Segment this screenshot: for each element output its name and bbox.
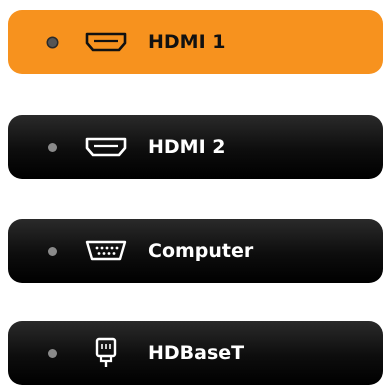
source-label: HDMI 1	[148, 31, 226, 53]
hdmi-port-icon	[80, 129, 132, 165]
source-label: HDBaseT	[148, 342, 245, 364]
ethernet-port-icon	[80, 335, 132, 371]
input-source-list: HDMI 1 HDMI 2 Computer HDBaseT	[0, 0, 390, 385]
source-label: Computer	[148, 240, 254, 262]
hdmi-port-icon	[80, 24, 132, 60]
source-label: HDMI 2	[148, 136, 226, 158]
selection-indicator-dot	[48, 143, 57, 152]
vga-port-icon	[80, 233, 132, 269]
selection-indicator-dot	[48, 247, 57, 256]
source-button-computer[interactable]: Computer	[8, 219, 383, 283]
selection-indicator-dot	[48, 38, 57, 47]
selection-indicator-dot	[48, 349, 57, 358]
source-button-hdmi-2[interactable]: HDMI 2	[8, 115, 383, 179]
source-button-hdmi-1[interactable]: HDMI 1	[8, 10, 383, 74]
source-button-hdbaset[interactable]: HDBaseT	[8, 321, 383, 385]
